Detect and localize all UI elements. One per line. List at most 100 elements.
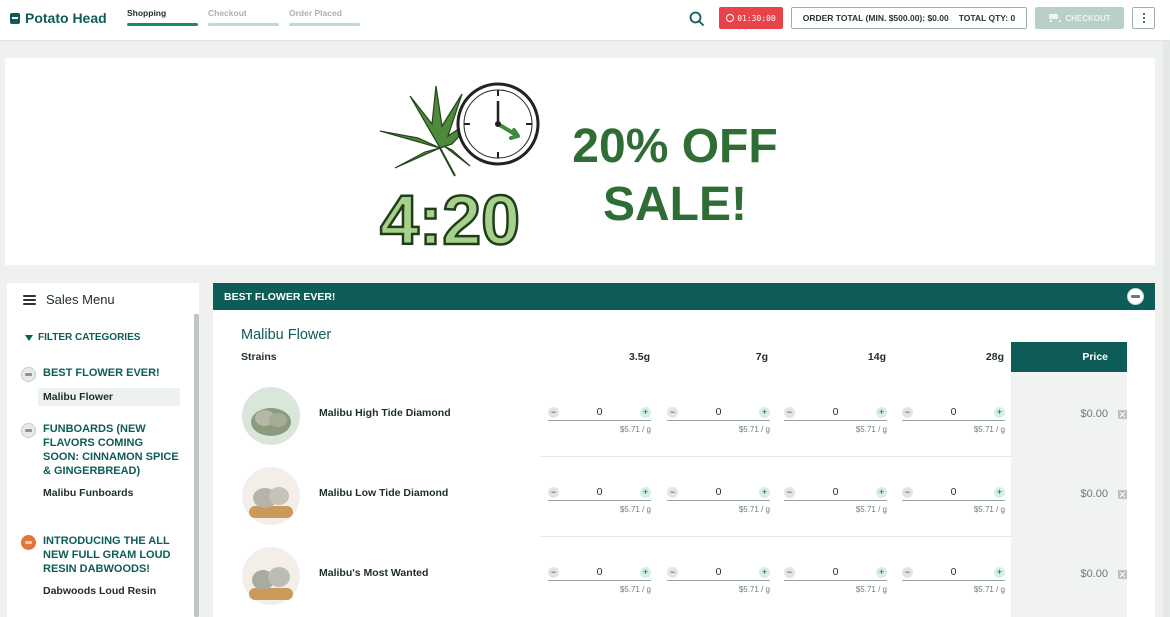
filter-icon [25,334,33,341]
dot [1142,13,1145,15]
product-thumbnail [242,547,300,605]
logo-icon [10,12,20,24]
scrollbar-thumb[interactable] [194,314,199,617]
increment-button[interactable]: + [640,566,651,578]
quantity-stepper: − 0 + $5.71 / g [667,566,770,594]
category-header[interactable]: BEST FLOWER EVER! [21,366,181,382]
promo-banner[interactable]: 4:20 20% OFF SALE! [5,58,1155,265]
search-icon [689,11,704,26]
quantity-stepper: − 0 + $5.71 / g [902,406,1005,434]
price-per-gram: $5.71 / g [855,585,887,594]
decrement-button[interactable]: − [902,486,913,498]
column-header-size: 3.5g [628,351,650,363]
quantity-stepper: − 0 + $5.71 / g [902,486,1005,514]
step-bar [289,23,360,26]
price-per-gram: $5.71 / g [619,585,651,594]
step-bar [208,23,279,26]
sidebar-scrollbar[interactable] [194,314,199,617]
category-name: FUNBOARDS (NEW FLAVORS COMING SOON: CINN… [43,423,179,477]
quantity-input[interactable]: 0 [597,566,603,578]
increment-button[interactable]: + [759,566,770,578]
sale-line-2: SALE! [603,178,747,231]
price-per-gram: $5.71 / g [855,425,887,434]
increment-button[interactable]: + [640,486,651,498]
sales-menu-header[interactable]: Sales Menu [23,292,115,307]
row-price: $0.00 [1080,488,1108,500]
page-scrollbar[interactable] [1163,41,1170,617]
decrement-button[interactable]: − [667,406,678,418]
quantity-stepper: − 0 + $5.71 / g [667,406,770,434]
logo-text: Potato Head [25,10,107,26]
quantity-input[interactable]: 0 [833,566,839,578]
quantity-input[interactable]: 0 [716,486,722,498]
increment-button[interactable]: + [876,566,887,578]
increment-button[interactable]: + [876,486,887,498]
decrement-button[interactable]: − [548,406,559,418]
quantity-input[interactable]: 0 [597,486,603,498]
quantity-input[interactable]: 0 [597,406,603,418]
decrement-button[interactable]: − [548,486,559,498]
quantity-stepper: − 0 + $5.71 / g [667,486,770,514]
filter-label: FILTER CATEGORIES [38,332,141,343]
decrement-button[interactable]: − [784,566,795,578]
section-title: BEST FLOWER EVER! [224,290,336,303]
price-per-gram: $5.71 / g [738,585,770,594]
quantity-input[interactable]: 0 [951,486,957,498]
increment-button[interactable]: + [759,486,770,498]
increment-button[interactable]: + [994,406,1005,418]
category-name: BEST FLOWER EVER! [43,367,160,379]
checkout-label: CHECKOUT [1065,13,1111,23]
filter-categories-button[interactable]: FILTER CATEGORIES [25,332,140,343]
increment-button[interactable]: + [994,566,1005,578]
quantity-input[interactable]: 0 [716,566,722,578]
sidebar-item-malibu-funboards[interactable]: Malibu Funboards [38,484,181,502]
price-per-gram: $5.71 / g [738,505,770,514]
category-funboards: FUNBOARDS (NEW FLAVORS COMING SOON: CINN… [21,422,181,502]
remove-icon[interactable] [1118,490,1127,499]
checkout-button[interactable]: CHECKOUT [1035,7,1124,29]
decrement-button[interactable]: − [902,406,913,418]
logo[interactable]: Potato Head [10,10,107,26]
decrement-button[interactable]: − [784,486,795,498]
decrement-button[interactable]: − [667,566,678,578]
decrement-button[interactable]: − [667,486,678,498]
decrement-button[interactable]: − [784,406,795,418]
row-price: $0.00 [1080,408,1108,420]
order-total-button[interactable]: ORDER TOTAL (MIN. $500.00): $0.00 TOTAL … [791,7,1027,29]
strain-name: Malibu's Most Wanted [319,567,429,579]
remove-icon[interactable] [1118,570,1127,579]
dot [1142,17,1145,19]
step-label: Order Placed [289,8,342,18]
quantity-input[interactable]: 0 [716,406,722,418]
remove-icon[interactable] [1118,410,1127,419]
quantity-input[interactable]: 0 [951,406,957,418]
increment-button[interactable]: + [759,406,770,418]
section-header: BEST FLOWER EVER! [213,283,1155,310]
increment-button[interactable]: + [640,406,651,418]
quantity-input[interactable]: 0 [951,566,957,578]
more-options-button[interactable] [1132,7,1155,29]
cannabis-clock-icon: 4:20 [379,82,540,251]
quantity-input[interactable]: 0 [833,486,839,498]
price-per-gram: $5.71 / g [973,505,1005,514]
sale-line-1: 20% OFF [572,120,778,173]
step-label: Checkout [208,8,247,18]
quantity-stepper: − 0 + $5.71 / g [548,566,651,594]
step-order-placed: Order Placed [289,8,360,26]
sidebar-item-dabwoods-loud-resin[interactable]: Dabwoods Loud Resin [38,582,181,600]
banner-art-text: 4:20 [380,181,520,251]
quantity-input[interactable]: 0 [833,406,839,418]
search-button[interactable] [687,9,707,29]
category-header[interactable]: FUNBOARDS (NEW FLAVORS COMING SOON: CINN… [21,422,181,478]
column-header-price: Price [1011,342,1127,372]
category-best-flower: BEST FLOWER EVER! Malibu Flower [21,366,181,406]
increment-button[interactable]: + [876,406,887,418]
increment-button[interactable]: + [994,486,1005,498]
sidebar-item-malibu-flower[interactable]: Malibu Flower [38,388,180,406]
decrement-button[interactable]: − [548,566,559,578]
quantity-stepper: − 0 + $5.71 / g [548,406,651,434]
category-dabwoods: INTRODUCING THE ALL NEW FULL GRAM LOUD R… [21,534,181,600]
decrement-button[interactable]: − [902,566,913,578]
quantity-stepper: − 0 + $5.71 / g [784,486,887,514]
category-header[interactable]: INTRODUCING THE ALL NEW FULL GRAM LOUD R… [21,534,181,576]
